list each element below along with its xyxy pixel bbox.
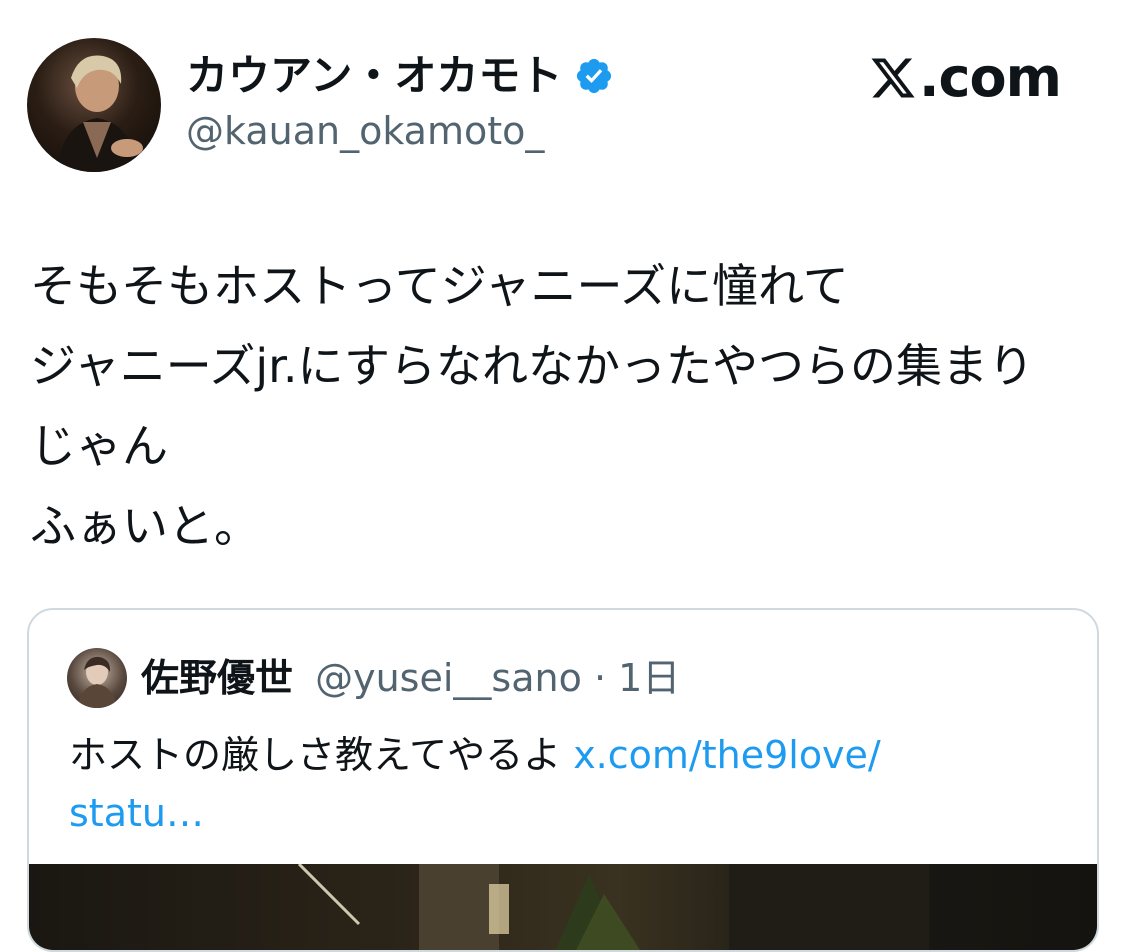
author-display-name: カウアン・オカモト — [186, 51, 563, 100]
quoted-author-handle[interactable]: @yusei__sano — [315, 656, 582, 700]
tweet-line: そもそもホストってジャニーズに憧れて — [30, 259, 849, 313]
tweet-line: じゃん — [30, 419, 168, 473]
x-logo-icon — [868, 54, 918, 102]
quoted-tweet-link-continued[interactable]: statu… — [69, 791, 204, 835]
author-handle[interactable]: @kauan_okamoto_ — [186, 106, 544, 156]
verified-badge-icon — [574, 56, 614, 96]
tweet-line: ジャニーズjr.にすらなれなかったやつらの集まり — [30, 339, 1034, 393]
quoted-tweet-time[interactable]: 1日 — [618, 656, 680, 700]
quoted-media-image — [297, 864, 929, 950]
quoted-author-avatar-image — [77, 656, 117, 708]
quoted-tweet-body: ホストの厳しさ教えてやるよ — [69, 733, 574, 777]
author-avatar-image — [57, 55, 143, 172]
quoted-author-name[interactable]: 佐野優世 — [141, 656, 293, 700]
quoted-tweet-media[interactable] — [29, 864, 1097, 950]
x-com-brand[interactable]: .com — [868, 46, 1062, 110]
author-avatar[interactable] — [27, 38, 161, 172]
meta-separator: · — [593, 656, 607, 700]
author-display-name-row: カウアン・オカモト — [186, 48, 614, 104]
quoted-tweet-header: 佐野優世 @yusei__sano · 1日 — [141, 650, 680, 706]
tweet-text: そもそもホストってジャニーズに憧れて ジャニーズjr.にすらなれなかったやつらの… — [30, 246, 1100, 566]
quoted-tweet-text: ホストの厳しさ教えてやるよ x.com/the9love/ statu… — [69, 726, 1069, 842]
x-com-text: .com — [919, 46, 1062, 109]
quoted-author-avatar[interactable] — [67, 648, 127, 708]
quoted-tweet-card[interactable]: 佐野優世 @yusei__sano · 1日 ホストの厳しさ教えてやるよ x.c… — [27, 608, 1099, 952]
quoted-tweet-link[interactable]: x.com/the9love/ — [573, 733, 881, 777]
tweet-line: ふぁいと。 — [30, 499, 260, 553]
